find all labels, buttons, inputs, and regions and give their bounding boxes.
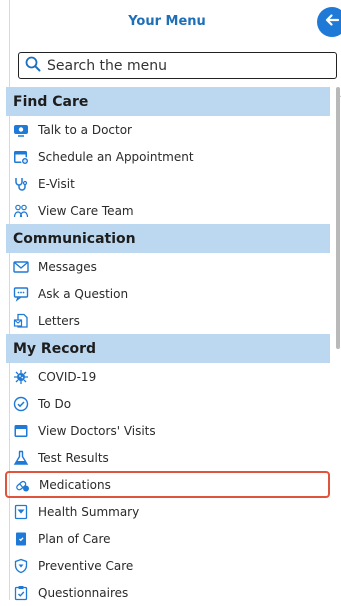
menu-item-label: COVID-19: [38, 369, 97, 384]
menu-item-label: Medications: [39, 477, 111, 492]
pills-icon: [14, 477, 30, 493]
stethoscope-icon: [13, 176, 29, 192]
menu-item-label: Test Results: [38, 450, 109, 465]
flask-icon: [13, 450, 29, 466]
menu-item-label: To Do: [38, 396, 72, 411]
section-header-communication: Communication: [6, 224, 330, 253]
shield-icon: [13, 558, 29, 574]
menu-item-schedule-an-appointment[interactable]: Schedule an Appointment: [6, 143, 330, 170]
menu-item-view-doctors-visits[interactable]: View Doctors' Visits: [6, 417, 330, 444]
menu-item-letters[interactable]: Letters: [6, 307, 330, 334]
letter-icon: [13, 313, 29, 329]
menu-item-label: View Doctors' Visits: [38, 423, 156, 438]
plan-of-care-icon: [13, 531, 29, 547]
menu-item-to-do[interactable]: To Do: [6, 390, 330, 417]
menu-title: Your Menu: [128, 14, 206, 29]
scrollbar[interactable]: [336, 87, 340, 349]
menu-item-label: Schedule an Appointment: [38, 149, 194, 164]
menu-item-label: Preventive Care: [38, 558, 134, 573]
section-header-my-record: My Record: [6, 334, 330, 363]
menu-item-preventive-care[interactable]: Preventive Care: [6, 552, 330, 579]
menu-item-covid-19[interactable]: COVID-19: [6, 363, 330, 390]
menu-item-label: Questionnaires: [38, 585, 129, 600]
menu-item-label: Plan of Care: [38, 531, 111, 546]
menu-item-test-results[interactable]: Test Results: [6, 444, 330, 471]
section-header-find-care: Find Care: [6, 87, 330, 116]
search-input[interactable]: [41, 57, 327, 74]
calendar-icon: [13, 423, 29, 439]
checkmark-circle-icon: [13, 396, 29, 412]
search-icon: [25, 56, 41, 76]
menu-item-medications[interactable]: Medications: [5, 471, 330, 498]
menu-item-e-visit[interactable]: E-Visit: [6, 170, 330, 197]
menu-item-label: E-Visit: [38, 176, 75, 191]
health-summary-icon: [13, 504, 29, 520]
menu-item-label: Messages: [38, 259, 97, 274]
back-button[interactable]: [317, 7, 341, 37]
menu-item-label: Letters: [38, 313, 80, 328]
virus-icon: [13, 369, 29, 385]
menu-item-questionnaires[interactable]: Questionnaires: [6, 579, 330, 606]
envelope-icon: [13, 259, 29, 275]
menu-item-talk-to-a-doctor[interactable]: Talk to a Doctor: [6, 116, 330, 143]
care-team-icon: [13, 203, 29, 219]
menu-item-ask-a-question[interactable]: Ask a Question: [6, 280, 330, 307]
arrow-left-icon: [323, 11, 341, 33]
clipboard-check-icon: [13, 585, 29, 601]
menu-list: Find Care Talk to a Doctor Schedule an A…: [5, 87, 330, 606]
menu-item-label: Ask a Question: [38, 286, 129, 301]
menu-item-plan-of-care[interactable]: Plan of Care: [6, 525, 330, 552]
menu-item-view-care-team[interactable]: View Care Team: [6, 197, 330, 224]
search-box[interactable]: [18, 52, 337, 79]
video-chat-icon: [13, 122, 29, 138]
menu-item-label: Health Summary: [38, 504, 140, 519]
menu-item-health-summary[interactable]: Health Summary: [6, 498, 330, 525]
menu-item-label: Talk to a Doctor: [38, 122, 132, 137]
calendar-add-icon: [13, 149, 29, 165]
menu-item-label: View Care Team: [38, 203, 134, 218]
menu-item-messages[interactable]: Messages: [6, 253, 330, 280]
chat-bubble-icon: [13, 286, 29, 302]
